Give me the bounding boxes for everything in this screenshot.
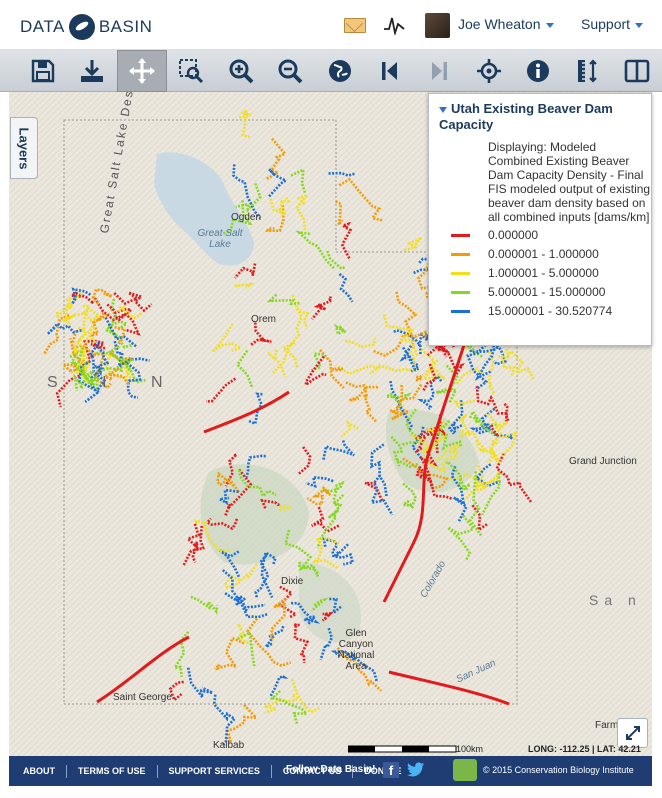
pan-icon: [128, 58, 155, 84]
download-icon: [81, 60, 104, 82]
label-san: Sa n: [589, 592, 642, 608]
label-dixie: Dixie: [281, 576, 304, 587]
legend-swatch: [451, 233, 470, 237]
chevron-down-icon: [545, 22, 554, 28]
data-basin-logo[interactable]: DATA BASIN: [20, 14, 152, 40]
legend-item: 1.000001 - 5.000000: [451, 266, 599, 280]
legend-swatch: [451, 309, 470, 313]
cbi-logo[interactable]: [453, 759, 477, 781]
legend-label: 15.000001 - 30.520774: [488, 304, 613, 318]
previous-extent-icon: [381, 62, 397, 80]
split-view-icon: [624, 59, 650, 83]
coordinate-readout: LONG: -112.25 | LAT: 42.21: [528, 744, 641, 754]
legend-swatch: [451, 271, 470, 275]
legend-label: 0.000000: [488, 228, 539, 242]
legend-item: 0.000001 - 1.000000: [451, 247, 599, 261]
locate-icon: [476, 59, 501, 83]
label-grand-junction: Grand Junction: [569, 456, 637, 467]
top-bar: DATA BASIN Joe Wheaton Support: [0, 0, 662, 50]
footer-link-terms[interactable]: TERMS OF USE: [67, 764, 158, 778]
legend-item: 15.000001 - 30.520774: [451, 304, 612, 318]
mail-icon[interactable]: [344, 18, 366, 33]
globe-icon: [68, 14, 95, 40]
legend-label: 5.000001 - 15.000000: [488, 285, 606, 299]
pan-button[interactable]: [117, 50, 167, 92]
next-extent-button[interactable]: [414, 50, 464, 92]
support-label: Support: [581, 16, 631, 32]
logo-text-right: BASIN: [98, 17, 153, 36]
previous-extent-button[interactable]: [365, 50, 415, 92]
locate-button[interactable]: [464, 50, 514, 92]
facebook-icon[interactable]: f: [383, 762, 399, 778]
legend-swatch: [451, 290, 470, 294]
user-menu[interactable]: Joe Wheaton: [458, 16, 554, 32]
legend-panel: Utah Existing Beaver Dam Capacity Displa…: [428, 93, 652, 346]
full-extent-icon: [328, 60, 351, 82]
scale-label: 100km: [456, 744, 484, 754]
activity-icon[interactable]: [383, 15, 405, 35]
next-extent-icon: [432, 62, 448, 80]
legend-swatch: [451, 252, 470, 256]
save-button[interactable]: [18, 50, 68, 92]
support-menu[interactable]: Support: [581, 16, 644, 32]
logo-text-left: DATA: [20, 17, 65, 36]
legend-title-text: Utah Existing Beaver Dam Capacity: [439, 101, 613, 132]
footer-link-about[interactable]: ABOUT: [12, 764, 67, 778]
footer-link-support[interactable]: SUPPORT SERVICES: [158, 764, 272, 778]
label-orem: Orem: [251, 314, 276, 325]
info-button[interactable]: [513, 50, 563, 92]
map-toolbar: [0, 50, 662, 92]
legend-item: 0.000000: [451, 228, 538, 242]
layers-tab[interactable]: Layers: [10, 117, 38, 179]
full-extent-button[interactable]: [315, 50, 365, 92]
user-name: Joe Wheaton: [458, 16, 541, 32]
label-nevada: S I N: [47, 374, 183, 391]
scale-bar: [348, 745, 457, 753]
legend-item: 5.000001 - 15.000000: [451, 285, 605, 299]
layers-tab-label: Layers: [16, 127, 32, 169]
expand-icon: [625, 726, 640, 740]
download-button[interactable]: [68, 50, 118, 92]
label-ogden: Ogden: [231, 212, 262, 223]
legend-description: Displaying: Modeled Combined Existing Be…: [488, 140, 651, 224]
follow-text: Follow Data Basin!: [286, 764, 376, 775]
zoom-in-icon: [229, 59, 254, 84]
split-view-button[interactable]: [612, 50, 662, 92]
zoom-box-icon: [179, 59, 204, 84]
legend-title[interactable]: Utah Existing Beaver Dam Capacity: [439, 101, 644, 133]
legend-label: 0.000001 - 1.000000: [488, 247, 599, 261]
label-kaibab: Kaibab: [213, 740, 245, 751]
label-farmington: Farm: [595, 720, 619, 731]
save-icon: [31, 59, 54, 83]
avatar[interactable]: [425, 13, 450, 38]
info-icon: [527, 60, 550, 82]
copyright: © 2015 Conservation Biology Institute: [483, 765, 634, 775]
twitter-icon[interactable]: [407, 762, 425, 778]
zoom-box-button[interactable]: [167, 50, 217, 92]
collapse-icon: [439, 106, 447, 113]
measure-button[interactable]: [563, 50, 613, 92]
zoom-in-button[interactable]: [216, 50, 266, 92]
zoom-out-button[interactable]: [266, 50, 316, 92]
zoom-out-icon: [278, 59, 303, 84]
chevron-down-icon: [635, 22, 644, 28]
label-saint-george: Saint George: [113, 692, 172, 703]
label-great-salt-lake: Great Salt Lake: [197, 228, 243, 250]
label-glen-canyon: Glen Canyon National Area: [337, 628, 375, 672]
legend-label: 1.000001 - 5.000000: [488, 266, 599, 280]
measure-icon: [577, 59, 597, 83]
